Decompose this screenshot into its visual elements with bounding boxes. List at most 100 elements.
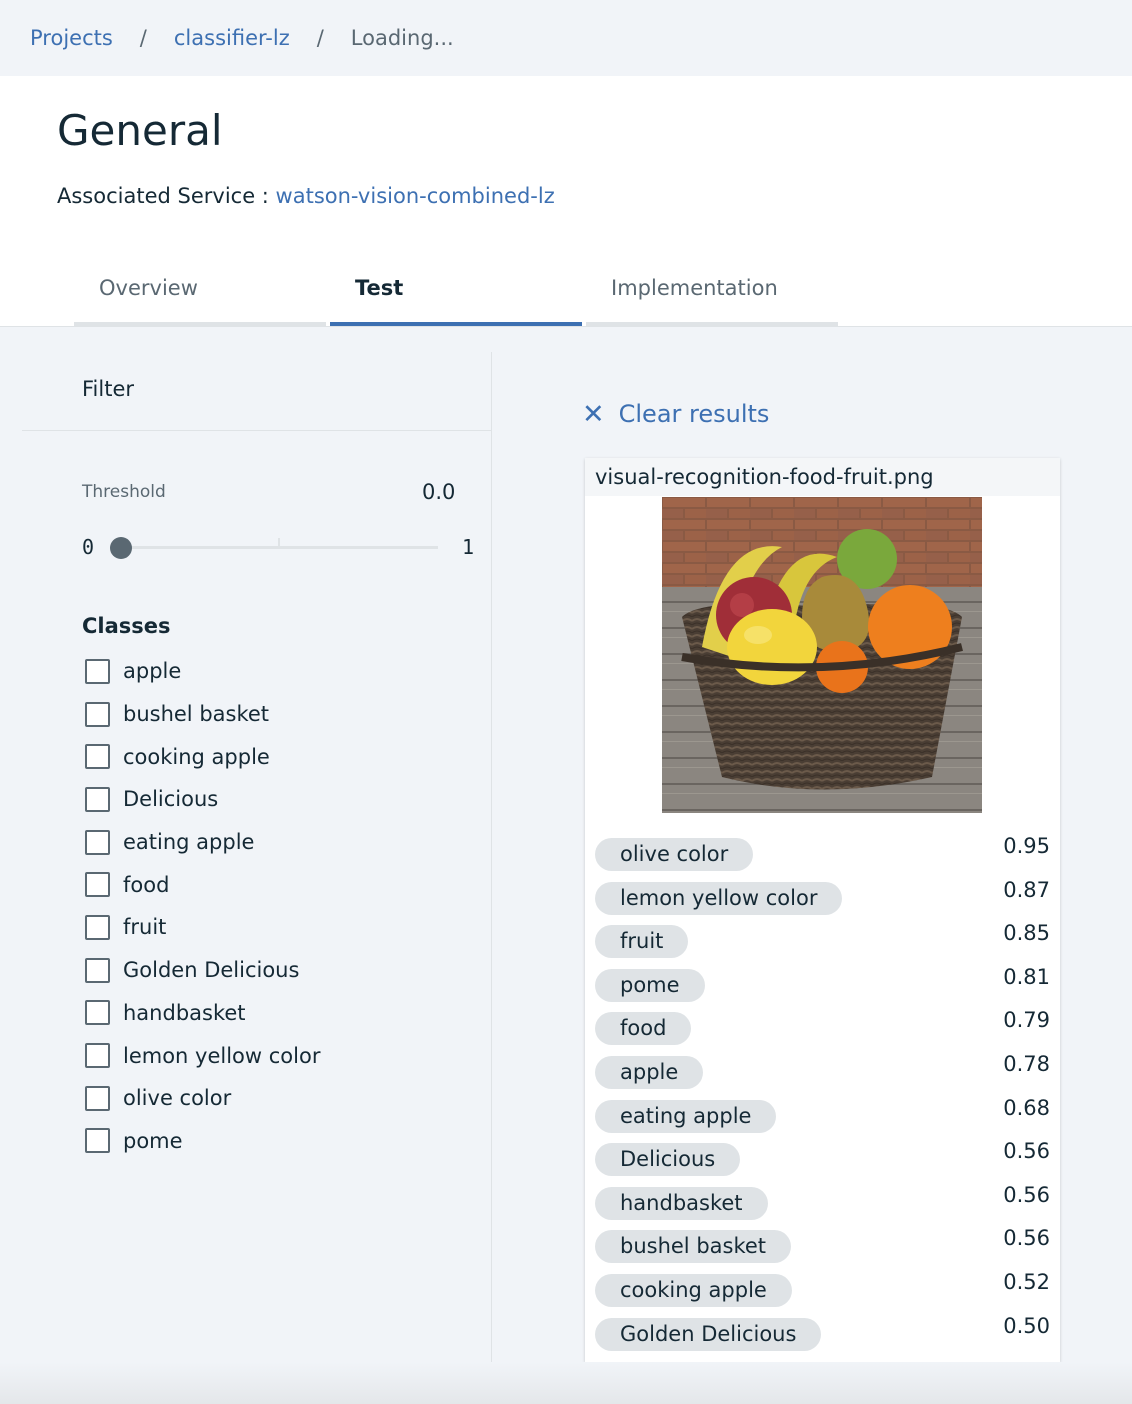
tab-test-label: Test [355, 276, 404, 300]
fruit-basket-image [662, 497, 982, 813]
result-row: bushel basket 0.56 [595, 1220, 1050, 1264]
tab-underline [74, 322, 326, 326]
result-tag[interactable]: bushel basket [595, 1230, 792, 1264]
class-item[interactable]: fruit [85, 906, 320, 949]
result-score: 0.87 [1003, 877, 1050, 902]
class-item[interactable]: handbasket [85, 992, 320, 1035]
result-card: visual-recognition-food-fruit.png olive … [585, 458, 1060, 1362]
result-row: Delicious 0.56 [595, 1133, 1050, 1177]
tab-underline-active [330, 322, 582, 326]
breadcrumb-projects-link[interactable]: Projects [30, 26, 113, 50]
result-score: 0.85 [1003, 921, 1050, 946]
class-checkbox[interactable] [85, 1043, 110, 1069]
breadcrumb-classifier-link[interactable]: classifier-lz [174, 26, 290, 50]
class-item[interactable]: Delicious [85, 778, 320, 821]
clear-results-button[interactable]: ✕ Clear results [582, 400, 769, 428]
result-row: Golden Delicious 0.50 [595, 1308, 1050, 1352]
result-row: handbasket 0.56 [595, 1177, 1050, 1221]
result-row: eating apple 0.68 [595, 1090, 1050, 1134]
result-score: 0.81 [1003, 964, 1050, 989]
result-score: 0.78 [1003, 1051, 1050, 1076]
class-label: Golden Delicious [123, 958, 300, 983]
class-item[interactable]: bushel basket [85, 693, 320, 736]
class-label: olive color [123, 1086, 232, 1111]
result-score: 0.56 [1003, 1139, 1050, 1164]
filter-title: Filter [82, 377, 135, 401]
threshold-label: Threshold [82, 482, 166, 502]
breadcrumb-separator: / [316, 26, 324, 50]
class-label: bushel basket [123, 702, 270, 727]
result-tag[interactable]: fruit [595, 925, 689, 959]
class-checkbox[interactable] [85, 872, 110, 898]
class-checkbox[interactable] [85, 957, 110, 983]
tab-underline [586, 322, 838, 326]
result-tag[interactable]: handbasket [595, 1186, 768, 1220]
slider-max-label: 1 [462, 535, 475, 559]
class-label: Delicious [123, 787, 219, 812]
class-item[interactable]: olive color [85, 1077, 320, 1120]
result-score: 0.56 [1003, 1226, 1050, 1251]
result-row: food 0.79 [595, 1002, 1050, 1046]
slider-tick [278, 538, 280, 546]
result-tag[interactable]: Delicious [595, 1143, 741, 1177]
classes-title: Classes [82, 614, 171, 638]
threshold-value: 0.0 [422, 480, 456, 504]
result-row: fruit 0.85 [595, 915, 1050, 959]
class-checkbox[interactable] [85, 658, 110, 684]
class-item[interactable]: apple [85, 650, 320, 693]
result-row: apple 0.78 [595, 1046, 1050, 1090]
bottom-shadow [0, 1362, 1132, 1404]
result-tag[interactable]: pome [595, 968, 705, 1002]
associated-service-link[interactable]: watson-vision-combined-lz [276, 184, 555, 208]
breadcrumb-current: Loading... [350, 26, 454, 50]
result-score: 0.79 [1003, 1008, 1050, 1033]
tab-implementation-label: Implementation [611, 276, 778, 300]
threshold-slider-thumb[interactable] [110, 537, 132, 559]
associated-service-label: Associated Service : [57, 184, 276, 208]
class-label: lemon yellow color [123, 1043, 321, 1068]
associated-service: Associated Service : watson-vision-combi… [57, 184, 555, 208]
class-item[interactable]: Golden Delicious [85, 949, 320, 992]
class-item[interactable]: cooking apple [85, 735, 320, 778]
class-checkbox[interactable] [85, 786, 110, 812]
result-tag[interactable]: Golden Delicious [595, 1317, 822, 1351]
result-tag[interactable]: eating apple [595, 1099, 777, 1133]
class-checkbox[interactable] [85, 914, 110, 940]
class-item[interactable]: pome [85, 1120, 320, 1163]
result-score: 0.56 [1003, 1182, 1050, 1207]
class-checkbox[interactable] [85, 1085, 110, 1111]
close-icon: ✕ [582, 398, 605, 430]
class-label: fruit [123, 915, 167, 940]
tab-overview[interactable]: Overview [74, 264, 326, 326]
result-score: 0.50 [1003, 1313, 1050, 1338]
class-label: pome [123, 1128, 183, 1153]
class-label: apple [123, 659, 182, 684]
page-header: General Associated Service : watson-visi… [0, 76, 1132, 327]
tab-implementation[interactable]: Implementation [586, 264, 838, 326]
class-checkbox[interactable] [85, 744, 110, 770]
class-item[interactable]: food [85, 863, 320, 906]
result-score: 0.95 [1003, 834, 1050, 858]
result-tag[interactable]: food [595, 1012, 692, 1046]
threshold-slider-track[interactable] [120, 546, 438, 549]
slider-min-label: 0 [82, 535, 95, 559]
page-title: General [57, 106, 223, 155]
result-tag[interactable]: olive color [595, 838, 754, 871]
filter-divider [22, 430, 491, 431]
class-checkbox[interactable] [85, 701, 110, 727]
class-item[interactable]: lemon yellow color [85, 1034, 320, 1077]
result-tag[interactable]: apple [595, 1055, 704, 1089]
result-row: pome 0.81 [595, 959, 1050, 1003]
class-checkbox[interactable] [85, 1128, 110, 1154]
result-tag[interactable]: cooking apple [595, 1273, 792, 1307]
class-checkbox[interactable] [85, 1000, 110, 1026]
breadcrumb-separator: / [139, 26, 147, 50]
result-tag[interactable]: lemon yellow color [595, 881, 843, 915]
class-checkbox[interactable] [85, 829, 110, 855]
class-label: food [123, 872, 170, 897]
result-row: cooking apple 0.52 [595, 1264, 1050, 1308]
clear-results-label: Clear results [618, 400, 770, 428]
class-label: eating apple [123, 830, 255, 855]
tab-test[interactable]: Test [330, 264, 582, 326]
class-item[interactable]: eating apple [85, 821, 320, 864]
